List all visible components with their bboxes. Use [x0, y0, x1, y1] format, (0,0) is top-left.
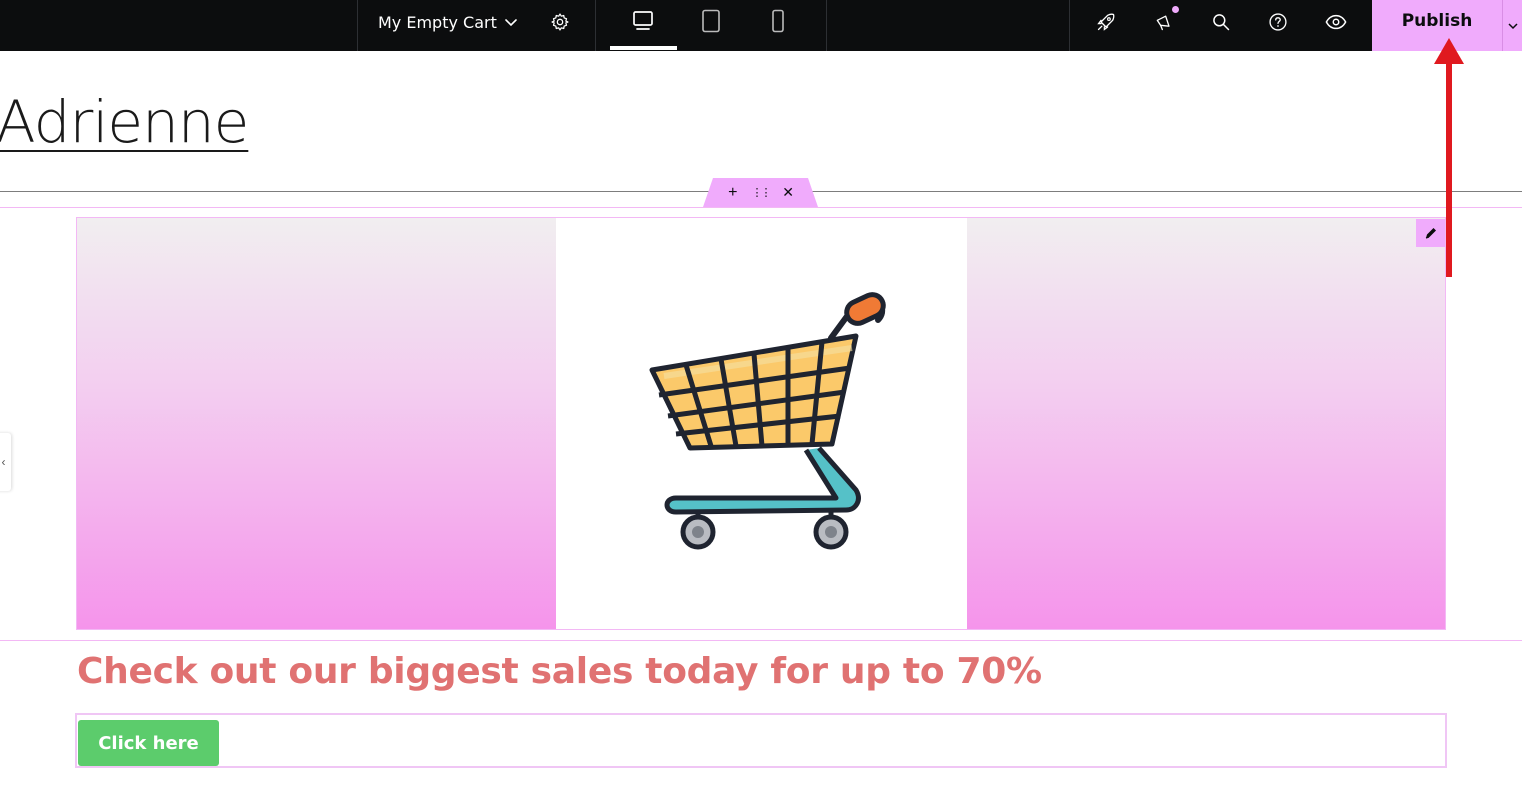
- site-title[interactable]: Adrienne: [0, 88, 249, 156]
- delete-section-icon[interactable]: ✕: [778, 184, 798, 201]
- gear-icon[interactable]: [544, 6, 576, 38]
- panel-collapse-tab[interactable]: ‹: [0, 433, 11, 491]
- button-container[interactable]: [75, 713, 1447, 768]
- rocket-icon[interactable]: [1090, 6, 1122, 38]
- hero-image[interactable]: [556, 218, 967, 629]
- promo-heading[interactable]: Check out our biggest sales today for up…: [77, 651, 1042, 692]
- section-handle[interactable]: + ⋮⋮ ✕: [703, 178, 818, 207]
- annotation-arrow: [1434, 38, 1464, 277]
- section-outline-bottom: [0, 640, 1522, 641]
- document-title[interactable]: My Empty Cart: [378, 13, 497, 32]
- divider: [357, 0, 358, 51]
- divider: [595, 0, 596, 51]
- search-icon[interactable]: [1205, 6, 1237, 38]
- help-icon[interactable]: [1262, 6, 1294, 38]
- chevron-down-icon: [1507, 22, 1518, 29]
- editor-top-bar: My Empty Cart Publish: [0, 0, 1522, 51]
- desktop-icon[interactable]: [627, 5, 659, 37]
- publish-options-button[interactable]: [1502, 0, 1522, 51]
- shopping-cart-illustration: [649, 292, 886, 550]
- divider: [826, 0, 827, 51]
- cta-button[interactable]: Click here: [78, 720, 219, 766]
- section-outline-top: [0, 207, 1522, 208]
- tablet-icon[interactable]: [695, 5, 727, 37]
- notification-dot: [1172, 6, 1179, 13]
- active-device-indicator: [610, 46, 677, 50]
- add-section-icon[interactable]: +: [723, 184, 743, 202]
- drag-handle-icon[interactable]: ⋮⋮: [750, 186, 771, 199]
- mobile-icon[interactable]: [762, 5, 794, 37]
- divider: [1069, 0, 1070, 51]
- hero-container[interactable]: [76, 217, 1446, 630]
- chevron-down-icon[interactable]: [495, 6, 527, 38]
- eye-icon[interactable]: [1320, 6, 1352, 38]
